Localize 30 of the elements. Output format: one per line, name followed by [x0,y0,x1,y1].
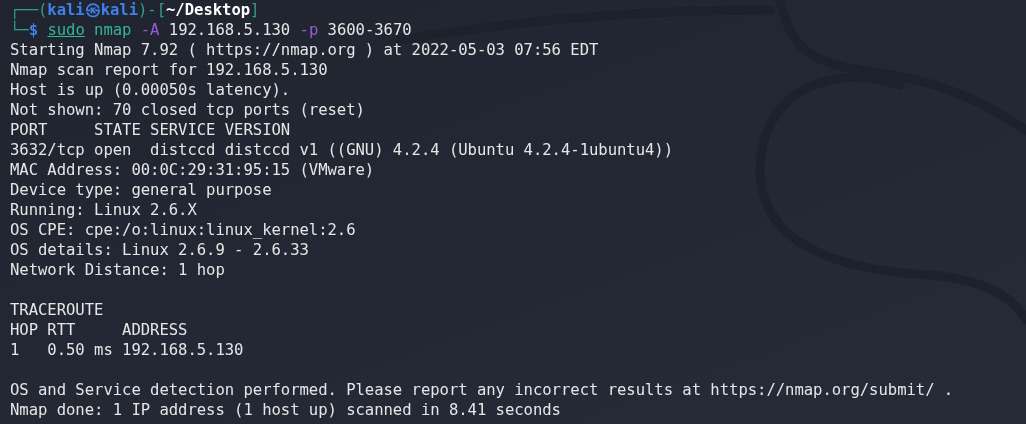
output-line: Starting Nmap 7.92 ( https://nmap.org ) at 2022-05-03 07:56 EDT [10,41,599,59]
output-line: HOP RTT ADDRESS [10,321,188,339]
output-line: Nmap done: 1 IP address (1 host up) scanned in 8.41 seconds [10,401,561,419]
output-line: Nmap scan report for 192.168.5.130 [10,61,328,79]
command-word: sudo [47,21,85,39]
output-line: Network Distance: 1 hop [10,261,225,279]
command-argument: 192.168.5.130 [168,21,291,39]
output-line: Not shown: 70 closed tcp ports (reset) [10,101,365,119]
prompt-frame: ] [250,1,260,19]
output-line: Device type: general purpose [10,181,272,199]
command-option: -A [140,21,160,39]
prompt-frame: )-[ [138,1,167,19]
command-word: nmap [94,21,132,39]
output-line: PORT STATE SERVICE VERSION [10,121,291,139]
output-line: MAC Address: 00:0C:29:31:95:15 (VMware) [10,161,375,179]
prompt-user: $ [28,21,39,39]
prompt-frame: ┌──( [10,1,48,19]
output-line: 3632/tcp open distccd distccd v1 ((GNU) 4.2.4 (Ubuntu 4.2.4-1ubuntu4)) [10,141,673,159]
output-line: OS details: Linux 2.6.9 - 2.6.33 [10,241,309,259]
command-argument: 3600-3670 [327,21,412,39]
command-option: -p [299,21,319,39]
prompt-user: kali㉿kali [47,1,138,19]
output-line: TRACEROUTE [10,301,104,319]
output-line: Running: Linux 2.6.X [10,201,197,219]
output-line: Host is up (0.00050s latency). [10,81,291,99]
output-line: 1 0.50 ms 192.168.5.130 [10,341,244,359]
prompt-frame: └─ [10,21,29,39]
prompt-path: ~/Desktop [166,1,251,19]
output-line: OS and Service detection performed. Please report any incorrect results at https://nmap.org/submit/ . [10,381,954,399]
output-line: OS CPE: cpe:/o:linux:linux_kernel:2.6 [10,221,356,239]
